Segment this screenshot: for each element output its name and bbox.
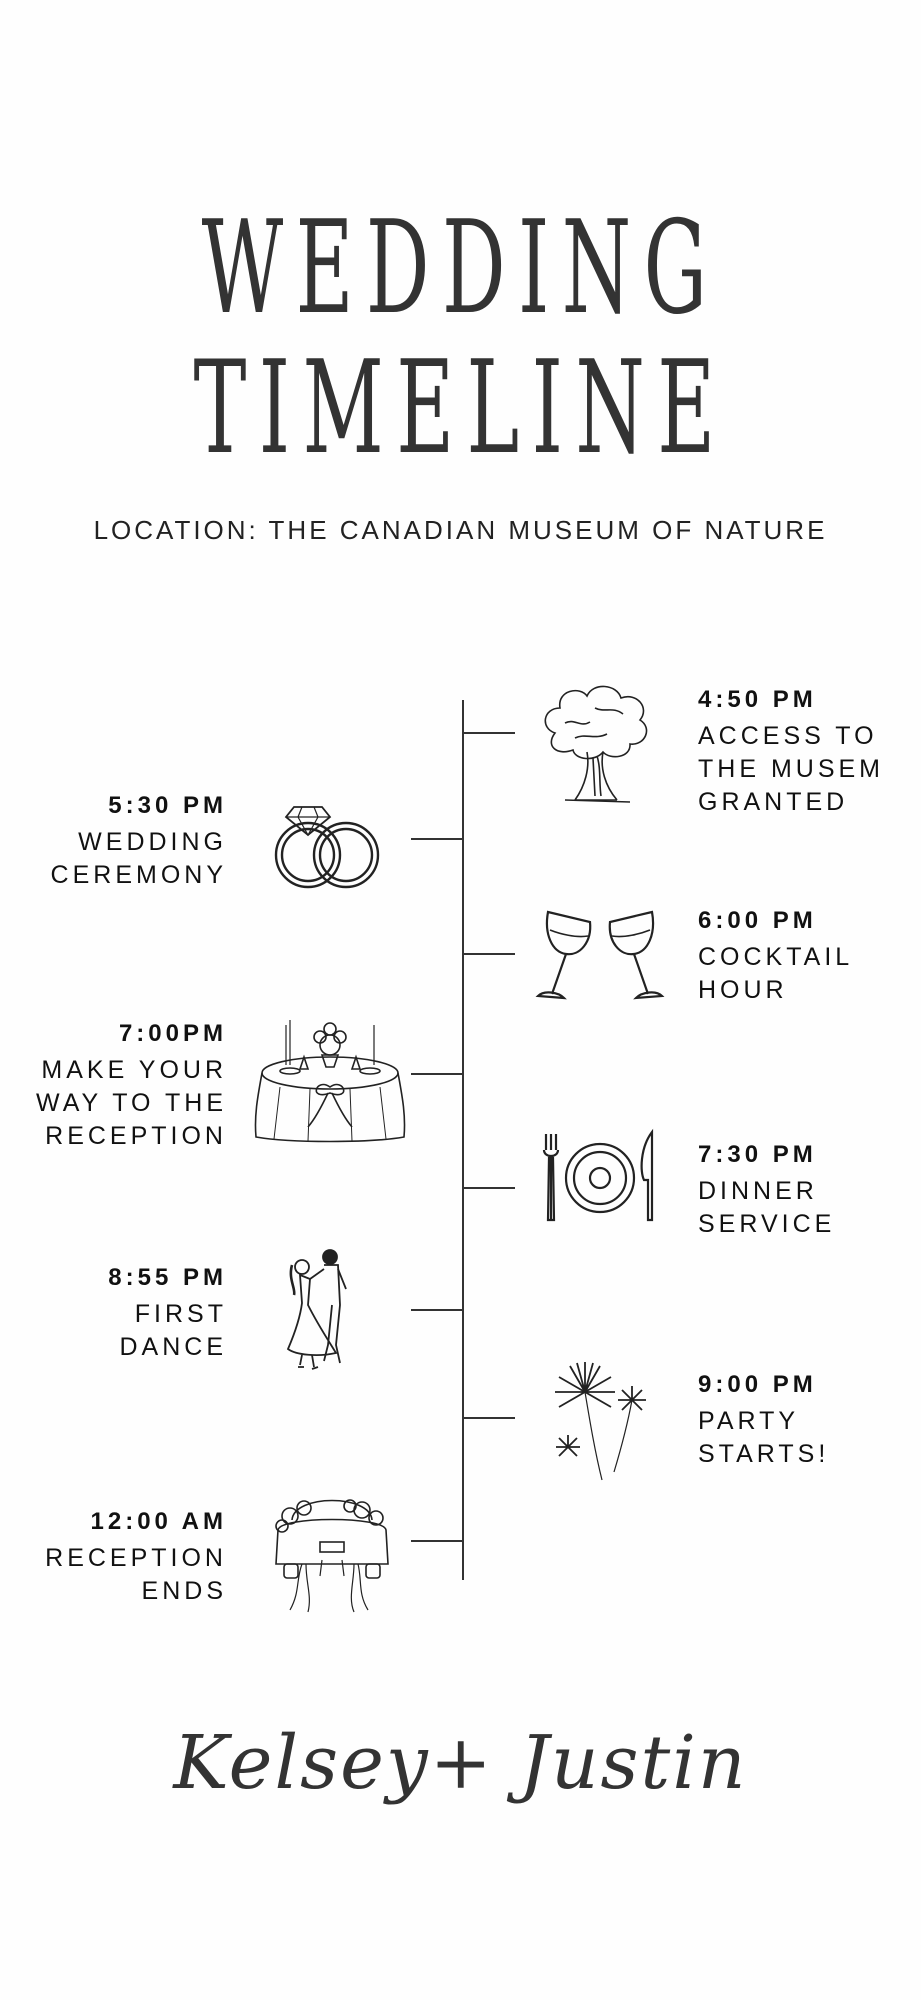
- couple-signature: Kelsey+ Justin: [173, 1720, 748, 1806]
- event-9-00: 9:00 PM PARTY STARTS!: [698, 1371, 829, 1471]
- desc-line: DINNER: [698, 1177, 818, 1205]
- desc-line: STARTS!: [698, 1440, 830, 1468]
- desc-line: HOUR: [698, 976, 788, 1004]
- timeline-axis: [462, 700, 464, 1580]
- tick-5-30: [411, 838, 463, 840]
- tick-8-55: [411, 1309, 463, 1311]
- tick-7-00: [411, 1073, 463, 1075]
- event-time: 6:00 PM: [698, 907, 817, 934]
- desc-line: CEREMONY: [50, 861, 227, 889]
- event-desc: PARTY STARTS!: [698, 1405, 829, 1471]
- fireworks-icon: [540, 1352, 660, 1482]
- tick-4-50: [463, 732, 515, 734]
- reception-table-icon: [250, 1015, 410, 1145]
- event-5-30: 5:30 PM WEDDING CEREMONY: [51, 792, 227, 892]
- desc-line: ENDS: [141, 1577, 227, 1605]
- desc-line: DANCE: [119, 1333, 227, 1361]
- desc-line: PARTY: [698, 1407, 800, 1435]
- tree-icon: [535, 678, 655, 808]
- desc-line: WAY TO THE: [36, 1089, 227, 1117]
- event-desc: FIRST DANCE: [108, 1298, 227, 1364]
- desc-line: WEDDING: [78, 828, 227, 856]
- event-desc: MAKE YOUR WAY TO THE RECEPTION: [36, 1054, 227, 1153]
- title-timeline: TIMELINE: [193, 334, 728, 483]
- event-desc: DINNER SERVICE: [698, 1175, 835, 1241]
- event-8-55: 8:55 PM FIRST DANCE: [108, 1264, 227, 1364]
- tick-12-00: [411, 1540, 463, 1542]
- desc-line: THE MUSEM: [698, 755, 884, 783]
- desc-line: MAKE YOUR: [41, 1056, 227, 1084]
- desc-line: GRANTED: [698, 788, 849, 816]
- event-6-00: 6:00 PM COCKTAIL HOUR: [698, 907, 853, 1007]
- desc-line: RECEPTION: [45, 1544, 227, 1572]
- event-desc: COCKTAIL HOUR: [698, 941, 853, 1007]
- event-time: 7:00PM: [118, 1020, 227, 1047]
- tick-6-00: [463, 953, 515, 955]
- event-time: 7:30 PM: [698, 1141, 817, 1168]
- event-desc: RECEPTION ENDS: [45, 1542, 227, 1608]
- desc-line: COCKTAIL: [698, 943, 854, 971]
- desc-line: SERVICE: [698, 1210, 836, 1238]
- event-time: 8:55 PM: [108, 1264, 227, 1291]
- event-time: 4:50 PM: [698, 686, 817, 713]
- event-time: 9:00 PM: [698, 1371, 817, 1398]
- getaway-car-icon: [262, 1480, 402, 1615]
- event-4-50: 4:50 PM ACCESS TO THE MUSEM GRANTED: [698, 686, 884, 819]
- rings-icon: [268, 785, 388, 895]
- event-time: 12:00 AM: [90, 1508, 227, 1535]
- event-desc: ACCESS TO THE MUSEM GRANTED: [698, 720, 884, 819]
- desc-line: ACCESS TO: [698, 722, 878, 750]
- wine-glasses-icon: [530, 900, 670, 1010]
- tick-7-30: [463, 1187, 515, 1189]
- dancing-couple-icon: [278, 1245, 368, 1375]
- event-time: 5:30 PM: [108, 792, 227, 819]
- plate-cutlery-icon: [540, 1128, 660, 1228]
- event-12-00: 12:00 AM RECEPTION ENDS: [45, 1508, 227, 1608]
- event-7-30: 7:30 PM DINNER SERVICE: [698, 1141, 835, 1241]
- event-7-00: 7:00PM MAKE YOUR WAY TO THE RECEPTION: [36, 1020, 227, 1153]
- desc-line: RECEPTION: [45, 1122, 227, 1150]
- desc-line: FIRST: [134, 1300, 227, 1328]
- tick-9-00: [463, 1417, 515, 1419]
- title-wedding: WEDDING: [201, 194, 720, 343]
- location-text: LOCATION: THE CANADIAN MUSEUM OF NATURE: [93, 515, 828, 545]
- event-desc: WEDDING CEREMONY: [51, 826, 227, 892]
